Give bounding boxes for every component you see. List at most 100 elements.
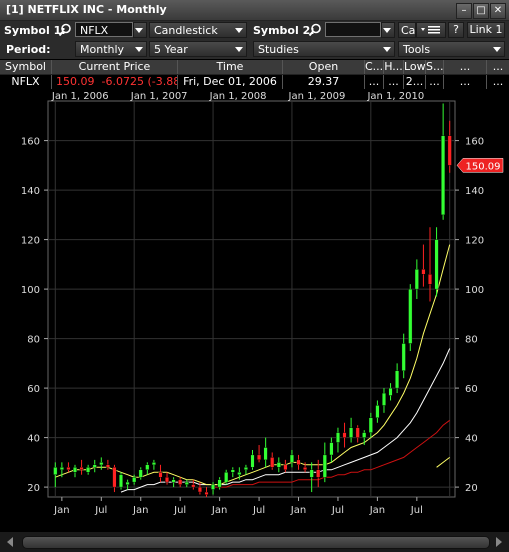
candle-body <box>388 387 393 396</box>
column-header[interactable]: Open <box>283 60 365 74</box>
candle-body <box>428 274 433 285</box>
candle-body <box>368 417 373 433</box>
y-tick-label-right: 40 <box>465 434 478 445</box>
maximize-button[interactable]: □ <box>473 3 489 19</box>
row-price: 150.09 <box>56 75 95 88</box>
candle-body <box>263 447 268 461</box>
candle-body <box>66 467 71 470</box>
candle-body <box>112 467 117 488</box>
row-low: 2... <box>404 75 426 89</box>
candle-body <box>250 454 255 468</box>
y-tick-label-left: 120 <box>21 236 40 247</box>
candle-body <box>86 467 91 473</box>
bottom-axis-label: Jan <box>53 505 69 516</box>
candle-body <box>395 370 400 389</box>
symbol2-dropdown[interactable] <box>381 22 395 38</box>
price-chart[interactable]: 20 20 40 40 60 60 80 80 100 100 120 120 140 140 160 160… <box>0 89 509 532</box>
column-header[interactable]: ... <box>444 60 487 74</box>
row-c: ... <box>365 75 384 89</box>
candle-body <box>243 467 248 470</box>
studies-select[interactable]: Studies <box>253 41 395 57</box>
period-select[interactable]: Monthly <box>75 41 147 57</box>
candle-body <box>441 135 446 216</box>
y-tick-label-left: 40 <box>27 434 40 445</box>
candle-body <box>270 457 275 468</box>
candle-body <box>421 269 426 275</box>
close-button[interactable]: ✕ <box>490 3 506 19</box>
y-tick-label-left: 160 <box>21 137 40 148</box>
candle-body <box>349 427 354 438</box>
range-value: 5 Year <box>154 43 188 56</box>
tools-select[interactable]: Tools <box>398 41 505 57</box>
candle-body <box>92 464 97 468</box>
bottom-axis-label: Jul <box>252 505 265 516</box>
candle-body <box>178 479 183 485</box>
candle-body <box>447 135 452 166</box>
symbol1-dropdown[interactable] <box>133 22 147 38</box>
bottom-axis-label: Jan <box>132 505 148 516</box>
quote-table-header: Symbol Current Price Time Open C... H...… <box>0 60 509 75</box>
chevron-down-icon <box>383 28 391 33</box>
menu-icon <box>421 26 440 34</box>
top-axis-label: Jan 1, 2007 <box>130 91 188 102</box>
bottom-axis-label: Jul <box>331 505 344 516</box>
candle-body <box>382 392 387 406</box>
row-h: ... <box>384 75 404 89</box>
symbol1-input[interactable]: NFLX <box>75 22 133 37</box>
scroll-right-icon[interactable] <box>493 536 505 548</box>
chart-type-select[interactable]: Candlestick <box>149 22 247 38</box>
y-tick-label-right: 140 <box>465 186 484 197</box>
y-tick-label-left: 140 <box>21 186 40 197</box>
y-tick-label-left: 100 <box>21 285 40 296</box>
candle-body <box>296 459 301 465</box>
candle-body <box>204 491 209 495</box>
bottom-axis-label: Jul <box>173 505 186 516</box>
candle-body <box>132 477 137 483</box>
candle-body <box>289 454 294 463</box>
minimize-button[interactable]: – <box>456 3 472 19</box>
column-header[interactable]: H... <box>384 60 404 74</box>
menu-button[interactable] <box>416 22 446 38</box>
link-button[interactable]: Link 1 <box>467 22 505 38</box>
scroll-left-icon[interactable] <box>4 536 16 548</box>
help-button[interactable]: ? <box>448 22 464 38</box>
column-header[interactable]: Low <box>404 60 426 74</box>
bottom-axis-label: Jul <box>410 505 423 516</box>
column-header[interactable]: Symbol <box>0 60 52 74</box>
period-toolbar: Period: Monthly 5 Year Studies Tools <box>0 40 509 59</box>
symbol1-search-icon[interactable] <box>58 23 72 37</box>
candle-body <box>210 484 215 490</box>
row-extra2: ... <box>492 75 504 88</box>
candle-body <box>362 432 367 438</box>
candle-body <box>99 462 104 466</box>
column-header[interactable]: Current Price <box>52 60 178 74</box>
window-titlebar: [1] NETFLIX INC - Monthly – □ ✕ <box>0 0 509 21</box>
y-tick-label-right: 120 <box>465 236 484 247</box>
column-header[interactable]: Time <box>178 60 283 74</box>
last-price-label: 150.09 <box>466 161 501 172</box>
chevron-down-icon <box>383 47 391 52</box>
y-tick-label-right: 80 <box>465 335 478 346</box>
candle-body <box>145 464 150 470</box>
y-tick-label-left: 80 <box>27 335 40 346</box>
scroll-thumb[interactable] <box>22 536 490 549</box>
range-select[interactable]: 5 Year <box>149 41 247 57</box>
candle-body <box>414 269 419 290</box>
symbol2-search-icon[interactable] <box>308 23 322 37</box>
ca-select[interactable]: Ca <box>398 22 416 38</box>
chart-scrollbar[interactable] <box>0 532 509 552</box>
bottom-axis-label: Jul <box>94 505 107 516</box>
y-tick-label-left: 20 <box>27 483 40 494</box>
column-header[interactable]: C... <box>365 60 384 74</box>
candle-body <box>217 479 222 488</box>
candle-body <box>316 469 321 478</box>
column-header[interactable]: ... <box>487 60 509 74</box>
candle-body <box>375 405 380 418</box>
candle-body <box>283 464 288 470</box>
table-row[interactable]: NFLX 150.09 -6.0725 (-3.88... Fri, Dec 0… <box>0 75 509 89</box>
candle-body <box>105 464 110 468</box>
row-open: 29.37 <box>283 75 365 89</box>
chart-type-value: Candlestick <box>154 24 218 37</box>
column-header[interactable]: S... <box>426 60 444 74</box>
symbol2-input[interactable] <box>325 22 381 37</box>
